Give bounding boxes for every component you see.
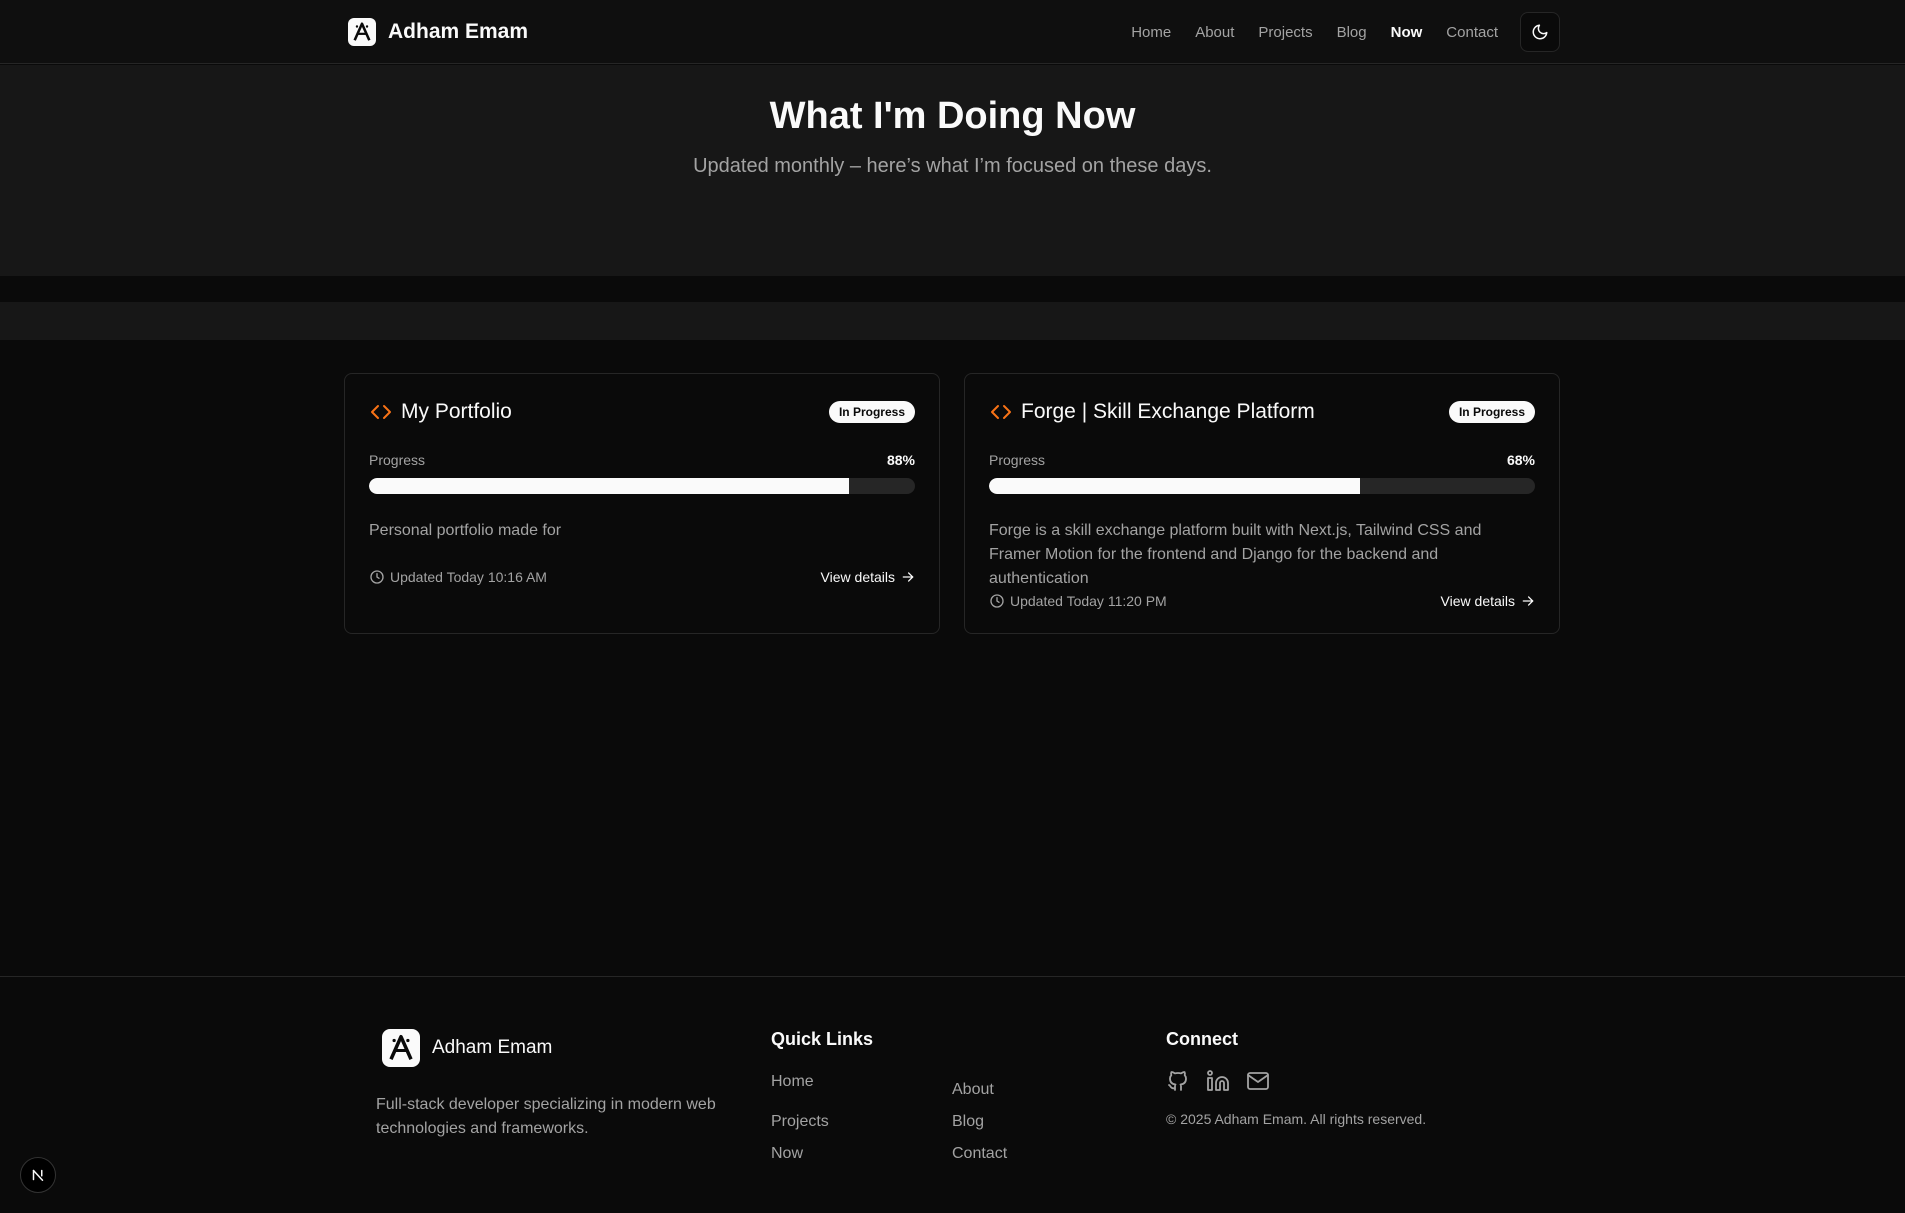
view-details-label: View details xyxy=(820,569,895,585)
status-badge: In Progress xyxy=(1448,401,1535,423)
footer-link-blog[interactable]: Blog xyxy=(952,1113,984,1131)
theme-toggle-button[interactable] xyxy=(1520,12,1560,52)
project-title: My Portfolio xyxy=(401,400,512,423)
nav-contact[interactable]: Contact xyxy=(1446,24,1498,41)
nextjs-icon xyxy=(32,1169,44,1181)
nav-projects[interactable]: Projects xyxy=(1258,24,1312,41)
connect-heading: Connect xyxy=(1166,1029,1238,1049)
project-title: Forge | Skill Exchange Platform xyxy=(1021,400,1315,423)
brand-link[interactable]: Adham Emam xyxy=(348,16,528,48)
progress-fill xyxy=(989,478,1361,494)
project-description: Personal portfolio made for xyxy=(369,522,562,539)
footer-link-home[interactable]: Home xyxy=(771,1073,814,1091)
logo-icon xyxy=(348,18,376,46)
quick-links-heading: Quick Links xyxy=(771,1029,874,1049)
view-details-link[interactable]: View details xyxy=(821,569,915,585)
hero-section: What I'm Doing Now Updated monthly – her… xyxy=(0,65,1905,276)
nav-about[interactable]: About xyxy=(1195,24,1234,41)
clock-icon xyxy=(370,570,384,584)
social-links xyxy=(1166,1069,1270,1093)
footer-link-about[interactable]: About xyxy=(952,1081,994,1099)
nextjs-dev-indicator[interactable] xyxy=(20,1157,56,1193)
progress-value: 88% xyxy=(886,452,915,468)
card-footer: Updated Today 11:20 PM View details xyxy=(989,590,1535,612)
copyright-text: © 2025 Adham Emam. All rights reserved. xyxy=(1166,1111,1427,1127)
footer-link-projects[interactable]: Projects xyxy=(771,1113,829,1131)
progress-value: 68% xyxy=(1506,452,1535,468)
card-footer: Updated Today 10:16 AM View details xyxy=(369,566,915,588)
updated-text: Updated Today 10:16 AM xyxy=(390,569,547,585)
card-header: My Portfolio In Progress xyxy=(369,398,915,426)
project-card: My Portfolio In Progress Progress 88% Pe… xyxy=(344,373,940,634)
main-nav: Home About Projects Blog Now Contact xyxy=(1107,0,1498,64)
nav-now[interactable]: Now xyxy=(1391,24,1423,41)
view-details-label: View details xyxy=(1440,593,1515,609)
nav-home[interactable]: Home xyxy=(1131,24,1171,41)
card-header: Forge | Skill Exchange Platform In Progr… xyxy=(989,398,1535,426)
page-subtitle: Updated monthly – here’s what I’m focuse… xyxy=(693,155,1212,177)
footer-link-now[interactable]: Now xyxy=(771,1145,803,1163)
updated-text: Updated Today 11:20 PM xyxy=(1010,593,1167,609)
project-card: Forge | Skill Exchange Platform In Progr… xyxy=(964,373,1560,634)
code-icon xyxy=(991,405,1011,419)
progress-bar xyxy=(369,478,915,494)
nav-blog[interactable]: Blog xyxy=(1337,24,1367,41)
section-divider-band xyxy=(0,302,1905,340)
logo-icon xyxy=(382,1029,420,1067)
progress-fill xyxy=(369,478,850,494)
progress-bar xyxy=(989,478,1535,494)
updated-info: Updated Today 11:20 PM xyxy=(989,593,1167,609)
project-description: Forge is a skill exchange platform built… xyxy=(989,522,1482,587)
clock-icon xyxy=(990,594,1004,608)
brand-name: Adham Emam xyxy=(388,20,529,43)
moon-icon xyxy=(1532,24,1548,40)
progress-label: Progress xyxy=(989,452,1046,468)
view-details-link[interactable]: View details xyxy=(1441,593,1535,609)
github-icon[interactable] xyxy=(1166,1069,1190,1093)
site-footer: Adham Emam Full-stack developer speciali… xyxy=(0,976,1905,1213)
updated-info: Updated Today 10:16 AM xyxy=(369,569,547,585)
footer-brand[interactable]: Adham Emam xyxy=(382,1029,552,1067)
footer-brand-name: Adham Emam xyxy=(432,1037,553,1058)
linkedin-icon[interactable] xyxy=(1206,1069,1230,1093)
footer-description: Full-stack developer specializing in mod… xyxy=(376,1096,716,1137)
mail-icon[interactable] xyxy=(1246,1069,1270,1093)
site-header: Adham Emam Home About Projects Blog Now … xyxy=(0,0,1905,64)
footer-link-contact[interactable]: Contact xyxy=(952,1145,1007,1163)
code-icon xyxy=(371,405,391,419)
progress-label: Progress xyxy=(369,452,426,468)
arrow-right-icon xyxy=(1522,596,1534,606)
page-title: What I'm Doing Now xyxy=(769,95,1136,137)
status-badge: In Progress xyxy=(828,401,915,423)
arrow-right-icon xyxy=(902,572,914,582)
